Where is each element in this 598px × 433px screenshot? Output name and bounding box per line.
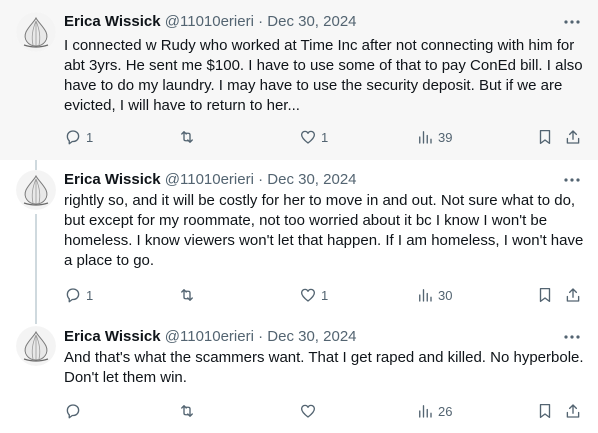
views-icon — [419, 131, 432, 144]
view-count: 26 — [438, 403, 453, 419]
view-count: 30 — [438, 287, 453, 303]
reply-button[interactable]: 1 — [64, 285, 93, 305]
view-count: 39 — [438, 129, 453, 145]
reply-icon — [66, 130, 80, 145]
views-icon — [419, 289, 432, 302]
action-bar: 1 1 30 — [64, 285, 586, 305]
tweet-text: And that's what the scammers want. That … — [64, 349, 584, 386]
like-count: 1 — [321, 287, 329, 303]
bookmark-icon — [539, 287, 551, 303]
more-button[interactable] — [562, 12, 582, 32]
heart-icon — [300, 404, 316, 418]
views-icon — [419, 405, 432, 418]
bookmark-icon — [539, 403, 551, 419]
tweet[interactable]: Erica Wissick @11010erieri · Dec 30, 202… — [0, 0, 598, 160]
views-button[interactable]: 39 — [416, 127, 452, 147]
garlic-avatar-image — [16, 170, 56, 210]
tweet-date[interactable]: Dec 30, 2024 — [267, 328, 356, 345]
share-button[interactable] — [564, 127, 582, 147]
reply-count: 1 — [86, 129, 94, 145]
bookmark-button[interactable] — [536, 285, 554, 305]
separator: · — [258, 328, 264, 345]
share-icon — [566, 288, 580, 302]
share-icon — [566, 404, 580, 418]
garlic-avatar-image — [16, 12, 56, 52]
reply-icon — [66, 288, 80, 303]
like-button[interactable]: 1 — [299, 127, 328, 147]
separator: · — [258, 13, 264, 30]
like-button[interactable] — [299, 401, 321, 421]
like-button[interactable]: 1 — [299, 285, 328, 305]
avatar[interactable] — [16, 170, 56, 210]
author-handle[interactable]: @11010erieri — [165, 13, 254, 30]
tweet-date[interactable]: Dec 30, 2024 — [267, 13, 356, 30]
views-button[interactable]: 26 — [416, 401, 452, 421]
reply-icon — [66, 404, 80, 419]
author-handle[interactable]: @11010erieri — [165, 328, 254, 345]
tweet-date[interactable]: Dec 30, 2024 — [267, 171, 356, 188]
share-icon — [566, 130, 580, 144]
tweet-header: Erica Wissick @11010erieri · Dec 30, 202… — [64, 12, 357, 32]
reply-button[interactable] — [64, 401, 86, 421]
reply-count: 1 — [86, 287, 94, 303]
repost-button[interactable] — [178, 401, 200, 421]
garlic-avatar-image — [16, 326, 56, 366]
heart-icon — [300, 130, 316, 144]
action-bar: 26 — [64, 401, 586, 421]
author-handle[interactable]: @11010erieri — [165, 171, 254, 188]
repost-button[interactable] — [178, 285, 200, 305]
views-button[interactable]: 30 — [416, 285, 452, 305]
bookmark-icon — [539, 129, 551, 145]
avatar[interactable] — [16, 326, 56, 366]
author-name[interactable]: Erica Wissick — [64, 13, 161, 30]
author-name[interactable]: Erica Wissick — [64, 171, 161, 188]
author-name[interactable]: Erica Wissick — [64, 328, 161, 345]
repost-button[interactable] — [178, 127, 200, 147]
more-horizontal-icon — [564, 178, 580, 182]
more-horizontal-icon — [564, 335, 580, 339]
tweet-header: Erica Wissick @11010erieri · Dec 30, 202… — [64, 170, 357, 190]
bookmark-button[interactable] — [536, 401, 554, 421]
avatar[interactable] — [16, 12, 56, 52]
separator: · — [258, 171, 264, 188]
more-button[interactable] — [562, 327, 582, 347]
tweet[interactable]: Erica Wissick @11010erieri · Dec 30, 202… — [0, 318, 598, 433]
tweet[interactable]: Erica Wissick @11010erieri · Dec 30, 202… — [0, 160, 598, 318]
repost-icon — [181, 131, 193, 143]
more-horizontal-icon — [564, 20, 580, 24]
repost-icon — [181, 405, 193, 417]
reply-button[interactable]: 1 — [64, 127, 93, 147]
share-button[interactable] — [564, 401, 582, 421]
tweet-text: I connected w Rudy who worked at Time In… — [64, 37, 583, 114]
heart-icon — [300, 288, 316, 302]
more-button[interactable] — [562, 170, 582, 190]
bookmark-button[interactable] — [536, 127, 554, 147]
like-count: 1 — [321, 129, 329, 145]
tweet-header: Erica Wissick @11010erieri · Dec 30, 202… — [64, 327, 357, 347]
repost-icon — [181, 289, 193, 301]
action-bar: 1 1 39 — [64, 127, 586, 147]
tweet-text: rightly so, and it will be costly for he… — [64, 192, 584, 269]
share-button[interactable] — [564, 285, 582, 305]
